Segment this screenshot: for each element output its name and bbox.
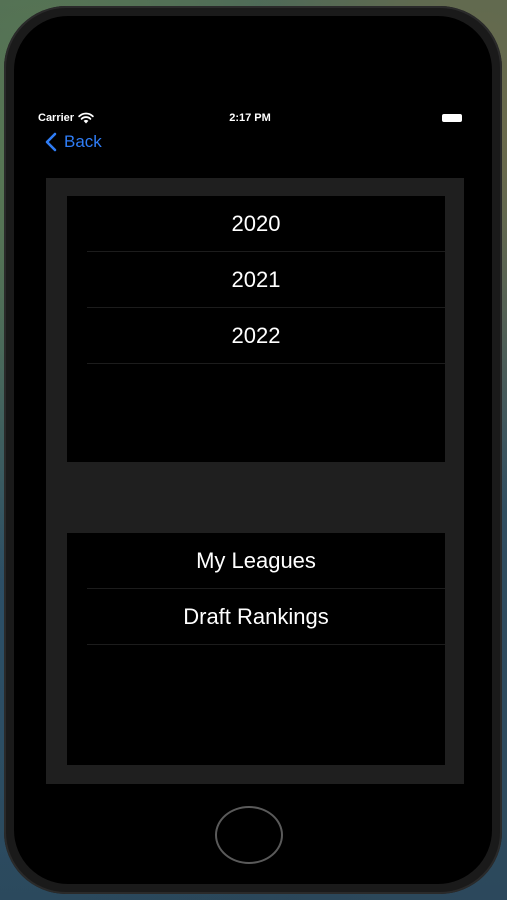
chevron-left-icon: [45, 132, 57, 152]
status-time: 2:17 PM: [229, 112, 271, 124]
back-button[interactable]: Back: [44, 132, 102, 152]
year-row-2020[interactable]: 2020: [67, 196, 445, 252]
back-label: Back: [64, 132, 102, 151]
my-leagues-row[interactable]: My Leagues: [67, 533, 445, 589]
draft-rankings-row[interactable]: Draft Rankings: [67, 589, 445, 645]
status-bar: Carrier 2:17 PM: [24, 108, 476, 128]
app-screen: Carrier 2:17 PM Back 2020 2021 2022 My L…: [24, 90, 476, 798]
year-row-2021[interactable]: 2021: [67, 252, 445, 308]
battery-icon: [442, 114, 462, 122]
content-panel: 2020 2021 2022 My Leagues Draft Rankings: [46, 178, 464, 784]
season-year-list: 2020 2021 2022: [67, 196, 445, 462]
home-button[interactable]: [215, 806, 283, 864]
main-menu-list: My Leagues Draft Rankings: [67, 533, 445, 765]
year-row-2022[interactable]: 2022: [67, 308, 445, 364]
